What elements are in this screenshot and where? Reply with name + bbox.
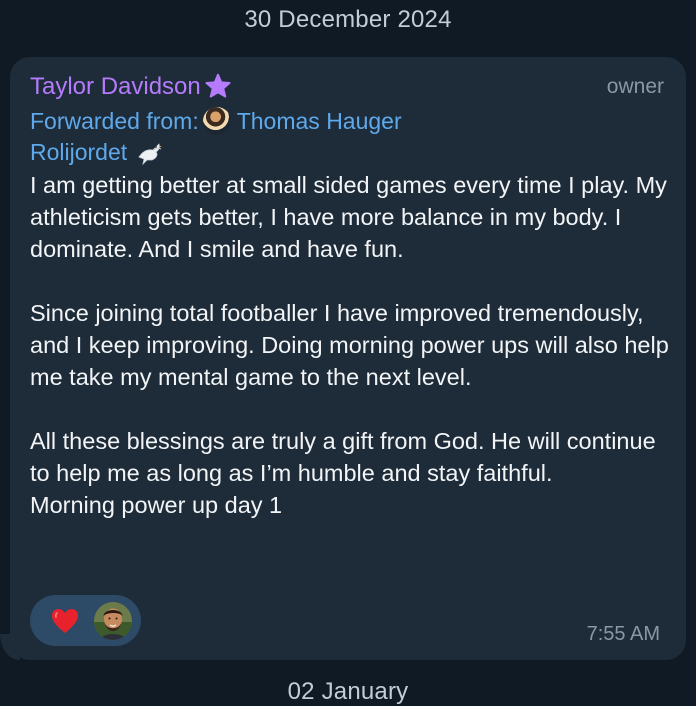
date-separator: 30 December 2024	[244, 6, 452, 33]
message-text: I am getting better at small sided games…	[30, 172, 669, 518]
message-bubble[interactable]: Taylor Davidson owner Forwarded from: Th…	[10, 57, 686, 660]
signature-name: Rolijordet	[30, 138, 128, 165]
forward-source-name[interactable]: Thomas Hauger	[237, 108, 402, 135]
star-icon[interactable]	[203, 72, 233, 102]
forward-prefix: Forwarded from:	[30, 107, 199, 134]
dove-icon	[135, 137, 165, 167]
date-separator-next: 02 January	[287, 678, 409, 705]
role-badge: owner	[606, 75, 664, 98]
forward-header[interactable]: Forwarded from: Thomas Hauger	[30, 107, 402, 135]
forward-signature: Rolijordet	[30, 137, 165, 167]
sender-row: Taylor Davidson	[30, 72, 233, 102]
forward-avatar[interactable]	[202, 107, 231, 135]
heart-icon	[50, 607, 80, 635]
message-timestamp: 7:55 AM	[586, 623, 660, 645]
reaction-chip[interactable]	[30, 595, 141, 646]
sender-name[interactable]: Taylor Davidson	[30, 73, 201, 101]
avatar[interactable]	[94, 601, 132, 640]
